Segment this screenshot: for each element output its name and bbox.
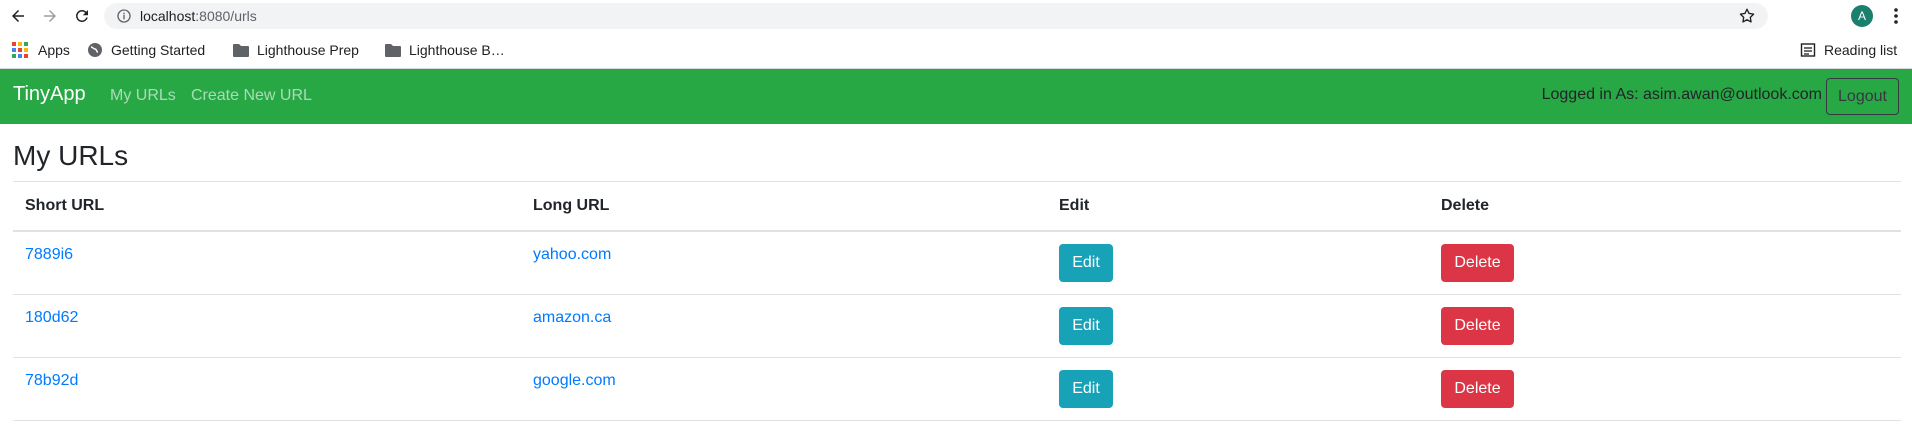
apps-grid-icon [12,42,28,58]
long-url-link[interactable]: google.com [533,372,616,389]
browser-toolbar: localhost:8080/urls A [0,0,1912,32]
table-header-row: Short URL Long URL Edit Delete [13,182,1901,232]
back-arrow-icon[interactable] [8,6,28,26]
column-header-edit: Edit [1047,182,1429,232]
column-header-short-url: Short URL [13,182,521,232]
short-url-link[interactable]: 7889i6 [25,246,73,263]
bookmark-label: Lighthouse Prep [257,42,359,58]
address-bar[interactable]: localhost:8080/urls [104,3,1768,29]
delete-button[interactable]: Delete [1441,244,1514,282]
folder-icon [385,44,401,57]
delete-button[interactable]: Delete [1441,307,1514,345]
edit-button[interactable]: Edit [1059,370,1113,408]
browser-menu-icon[interactable] [1888,7,1904,25]
reading-list-label: Reading list [1824,42,1898,58]
short-url-link[interactable]: 180d62 [25,309,78,326]
reload-icon[interactable] [72,6,92,26]
app-navbar: TinyApp My URLs Create New URL Logged in… [0,69,1912,124]
nav-link-create-new-url[interactable]: Create New URL [191,87,312,105]
profile-avatar[interactable]: A [1851,5,1873,27]
long-url-link[interactable]: yahoo.com [533,246,611,263]
page-title: My URLs [13,140,129,171]
urls-table: Short URL Long URL Edit Delete 7889i6 ya… [13,182,1901,421]
forward-arrow-icon[interactable] [40,6,60,26]
bookmark-label: Lighthouse B… [409,42,505,58]
bookmark-label: Getting Started [111,42,206,58]
brand-logo[interactable]: TinyApp [13,83,86,106]
globe-icon [88,43,102,57]
table-row: 78b92d google.com Edit Delete [13,357,1901,421]
bookmark-star-icon[interactable] [1738,7,1756,25]
avatar-letter: A [1857,9,1866,23]
bookmark-label: Apps [38,42,70,58]
bookmarks-bar: Apps Getting Started Lighthouse Prep Lig… [0,32,1912,69]
table-row: 7889i6 yahoo.com Edit Delete [13,231,1901,295]
url-host: localhost [140,8,196,24]
reading-list-icon [1800,43,1816,57]
column-header-long-url: Long URL [521,182,1047,232]
bookmark-apps[interactable]: Apps [12,32,70,68]
table-row: 180d62 amazon.ca Edit Delete [13,294,1901,358]
site-info-icon[interactable] [116,8,132,24]
bookmark-lighthouse-b[interactable]: Lighthouse B… [385,32,505,68]
edit-button[interactable]: Edit [1059,244,1113,282]
bookmark-getting-started[interactable]: Getting Started [87,32,205,68]
bookmark-lighthouse-prep[interactable]: Lighthouse Prep [233,32,359,68]
short-url-link[interactable]: 78b92d [25,372,78,389]
reading-list-button[interactable]: Reading list [1800,32,1897,68]
logged-in-status: Logged in As: asim.awan@outlook.com [1541,86,1822,103]
long-url-link[interactable]: amazon.ca [533,309,611,326]
delete-button[interactable]: Delete [1441,370,1514,408]
url-text: localhost:8080/urls [140,8,257,24]
column-header-delete: Delete [1429,182,1901,232]
folder-icon [233,44,249,57]
edit-button[interactable]: Edit [1059,307,1113,345]
nav-link-my-urls[interactable]: My URLs [110,87,176,105]
logout-button[interactable]: Logout [1826,78,1899,115]
url-path: :8080/urls [195,8,257,24]
